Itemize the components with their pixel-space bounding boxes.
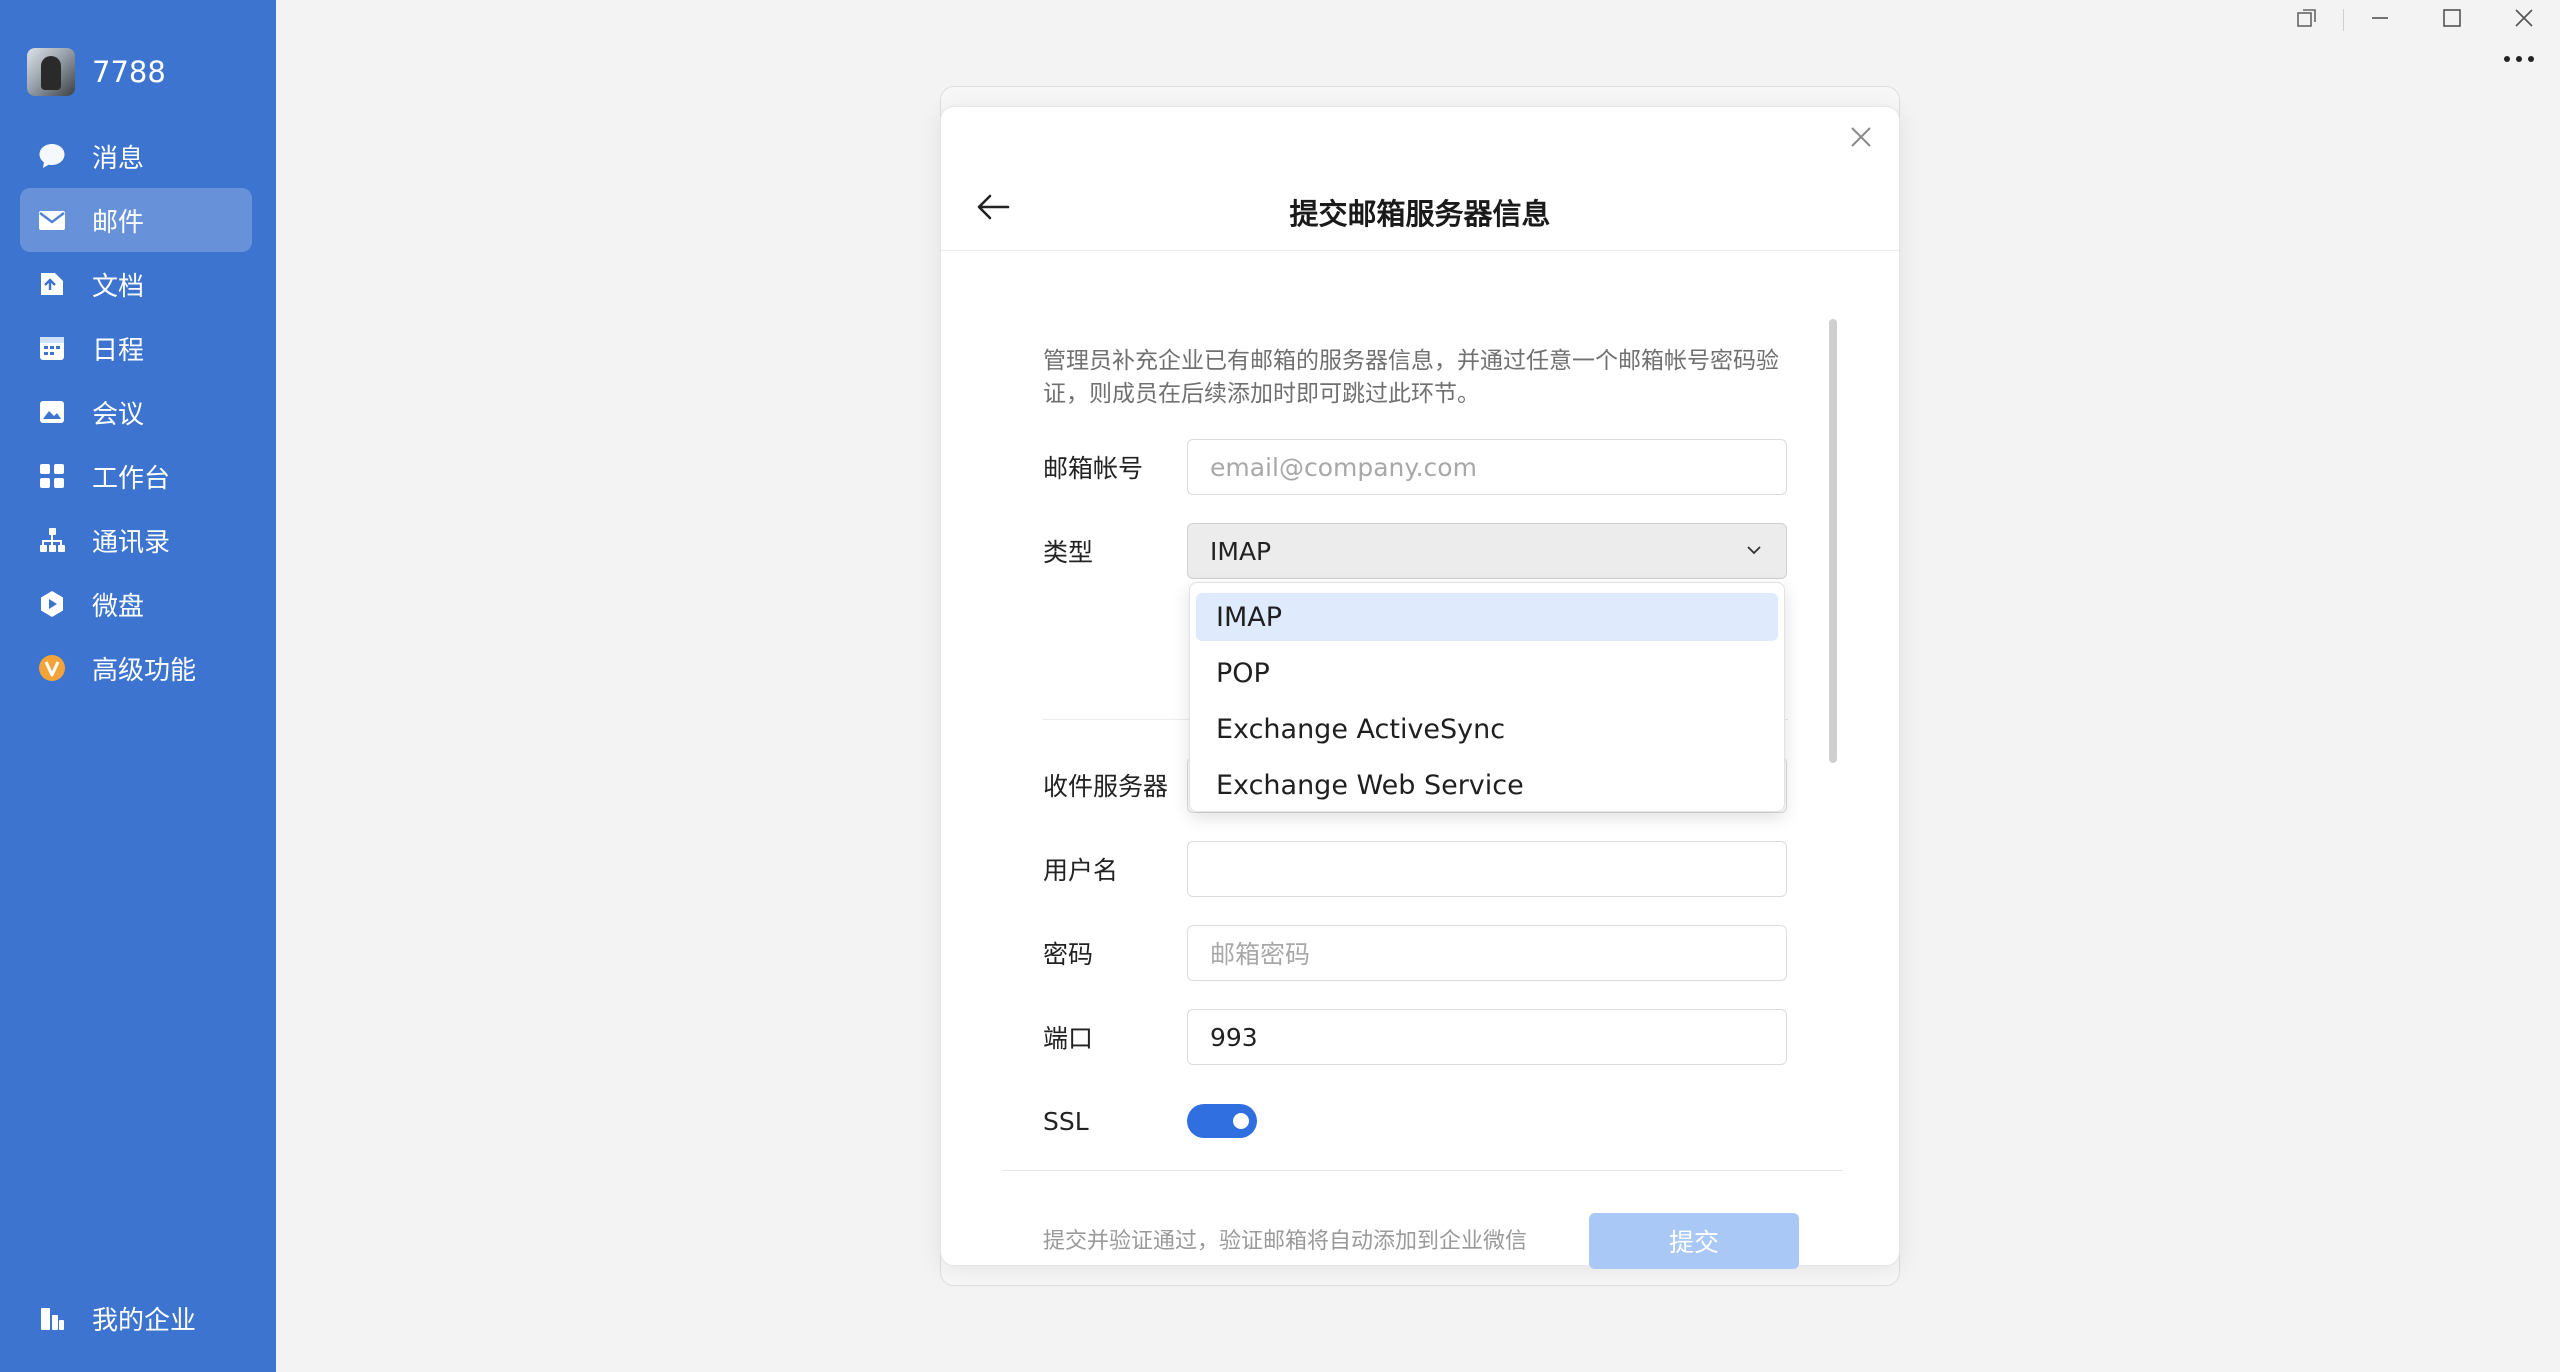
minimize-icon — [2370, 8, 2390, 32]
chevron-down-icon — [1744, 537, 1764, 566]
dialog-header: 提交邮箱服务器信息 — [941, 107, 1899, 251]
sidebar-item-label: 通讯录 — [92, 527, 171, 558]
enterprise-icon — [36, 1302, 68, 1334]
sidebar-item-mail[interactable]: 邮件 — [20, 188, 252, 252]
drive-icon — [36, 588, 68, 620]
sidebar-item-meeting[interactable]: 会议 — [20, 380, 252, 444]
port-row: 端口 993 — [1043, 1009, 1788, 1065]
type-dropdown-menu: IMAP POP Exchange ActiveSync Exchange We… — [1189, 582, 1785, 812]
type-label: 类型 — [1043, 538, 1094, 567]
sidebar-item-messages[interactable]: 消息 — [20, 124, 252, 188]
email-label: 邮箱帐号 — [1043, 454, 1144, 483]
sidebar-item-my-enterprise[interactable]: 我的企业 — [20, 1286, 252, 1350]
sidebar-item-drive[interactable]: 微盘 — [20, 572, 252, 636]
dialog-description: 管理员补充企业已有邮箱的服务器信息，并通过任意一个邮箱帐号密码验证，则成员在后续… — [1043, 348, 1779, 407]
username-label: 用户名 — [1043, 856, 1119, 885]
dialog-title: 提交邮箱服务器信息 — [1289, 197, 1551, 231]
sidebar-item-calendar[interactable]: 日程 — [20, 316, 252, 380]
password-row: 密码 邮箱密码 — [1043, 925, 1788, 981]
dialog-scrollbar[interactable] — [1829, 319, 1837, 763]
window-controls — [2271, 0, 2560, 40]
footer-divider — [1003, 1170, 1843, 1171]
dropdown-option-exchange-web-service[interactable]: Exchange Web Service — [1196, 761, 1778, 809]
maximize-icon — [2442, 8, 2462, 32]
more-options-icon[interactable] — [2504, 56, 2534, 62]
port-label: 端口 — [1043, 1024, 1094, 1053]
profile[interactable]: 7788 — [27, 46, 166, 98]
submit-hint: 提交并验证通过，验证邮箱将自动添加到企业微信 — [1043, 1229, 1528, 1254]
chat-icon — [36, 140, 68, 172]
sidebar-item-workbench[interactable]: 工作台 — [20, 444, 252, 508]
sidebar-item-label: 邮件 — [92, 207, 145, 238]
sidebar-item-label: 微盘 — [92, 591, 145, 622]
dropdown-option-exchange-activesync[interactable]: Exchange ActiveSync — [1196, 705, 1778, 753]
calendar-icon — [36, 332, 68, 364]
sidebar: 7788 消息 邮件 文档 日程 会议 工作台 通讯录 微盘 高级功能 我的企业 — [0, 0, 276, 1372]
submit-button[interactable]: 提交 — [1589, 1213, 1799, 1269]
document-icon — [36, 268, 68, 300]
dropdown-option-pop[interactable]: POP — [1196, 649, 1778, 697]
meeting-icon — [36, 396, 68, 428]
sidebar-item-label: 工作台 — [92, 463, 171, 494]
premium-icon — [36, 652, 68, 684]
type-select[interactable]: IMAP — [1187, 523, 1787, 579]
ssl-label: SSL — [1043, 1106, 1089, 1136]
email-field[interactable]: email@company.com — [1187, 439, 1787, 495]
profile-name: 7788 — [92, 55, 166, 89]
workbench-icon — [36, 460, 68, 492]
close-icon — [1849, 125, 1873, 153]
pop-out-icon — [2296, 7, 2318, 33]
avatar[interactable] — [27, 48, 75, 96]
sidebar-item-label: 高级功能 — [92, 655, 197, 686]
minimize-button[interactable] — [2344, 0, 2416, 40]
username-field[interactable] — [1187, 841, 1787, 897]
sidebar-item-docs[interactable]: 文档 — [20, 252, 252, 316]
type-row: 类型 IMAP — [1043, 523, 1788, 579]
sidebar-item-label: 我的企业 — [92, 1305, 197, 1336]
dropdown-option-imap[interactable]: IMAP — [1196, 593, 1778, 641]
sidebar-item-premium[interactable]: 高级功能 — [20, 636, 252, 700]
maximize-button[interactable] — [2416, 0, 2488, 40]
password-field[interactable]: 邮箱密码 — [1187, 925, 1787, 981]
password-label: 密码 — [1043, 940, 1094, 969]
ssl-row: SSL — [1043, 1093, 1788, 1149]
sidebar-item-label: 会议 — [92, 399, 145, 430]
email-row: 邮箱帐号 email@company.com — [1043, 439, 1788, 495]
mail-icon — [36, 204, 68, 236]
dialog-close-button[interactable] — [1843, 121, 1879, 157]
contacts-icon — [36, 524, 68, 556]
incoming-server-label: 收件服务器 — [1043, 772, 1169, 801]
sidebar-item-label: 文档 — [92, 271, 145, 302]
sidebar-item-label: 消息 — [92, 143, 145, 174]
sidebar-item-label: 日程 — [92, 335, 145, 366]
sidebar-item-contacts[interactable]: 通讯录 — [20, 508, 252, 572]
close-icon — [2514, 8, 2534, 32]
type-select-value: IMAP — [1210, 536, 1272, 566]
pop-out-button[interactable] — [2271, 0, 2343, 40]
ssl-toggle[interactable] — [1187, 1104, 1257, 1138]
sidebar-nav: 消息 邮件 文档 日程 会议 工作台 通讯录 微盘 高级功能 — [20, 124, 252, 700]
username-row: 用户名 — [1043, 841, 1788, 897]
port-field[interactable]: 993 — [1187, 1009, 1787, 1065]
close-window-button[interactable] — [2488, 0, 2560, 40]
